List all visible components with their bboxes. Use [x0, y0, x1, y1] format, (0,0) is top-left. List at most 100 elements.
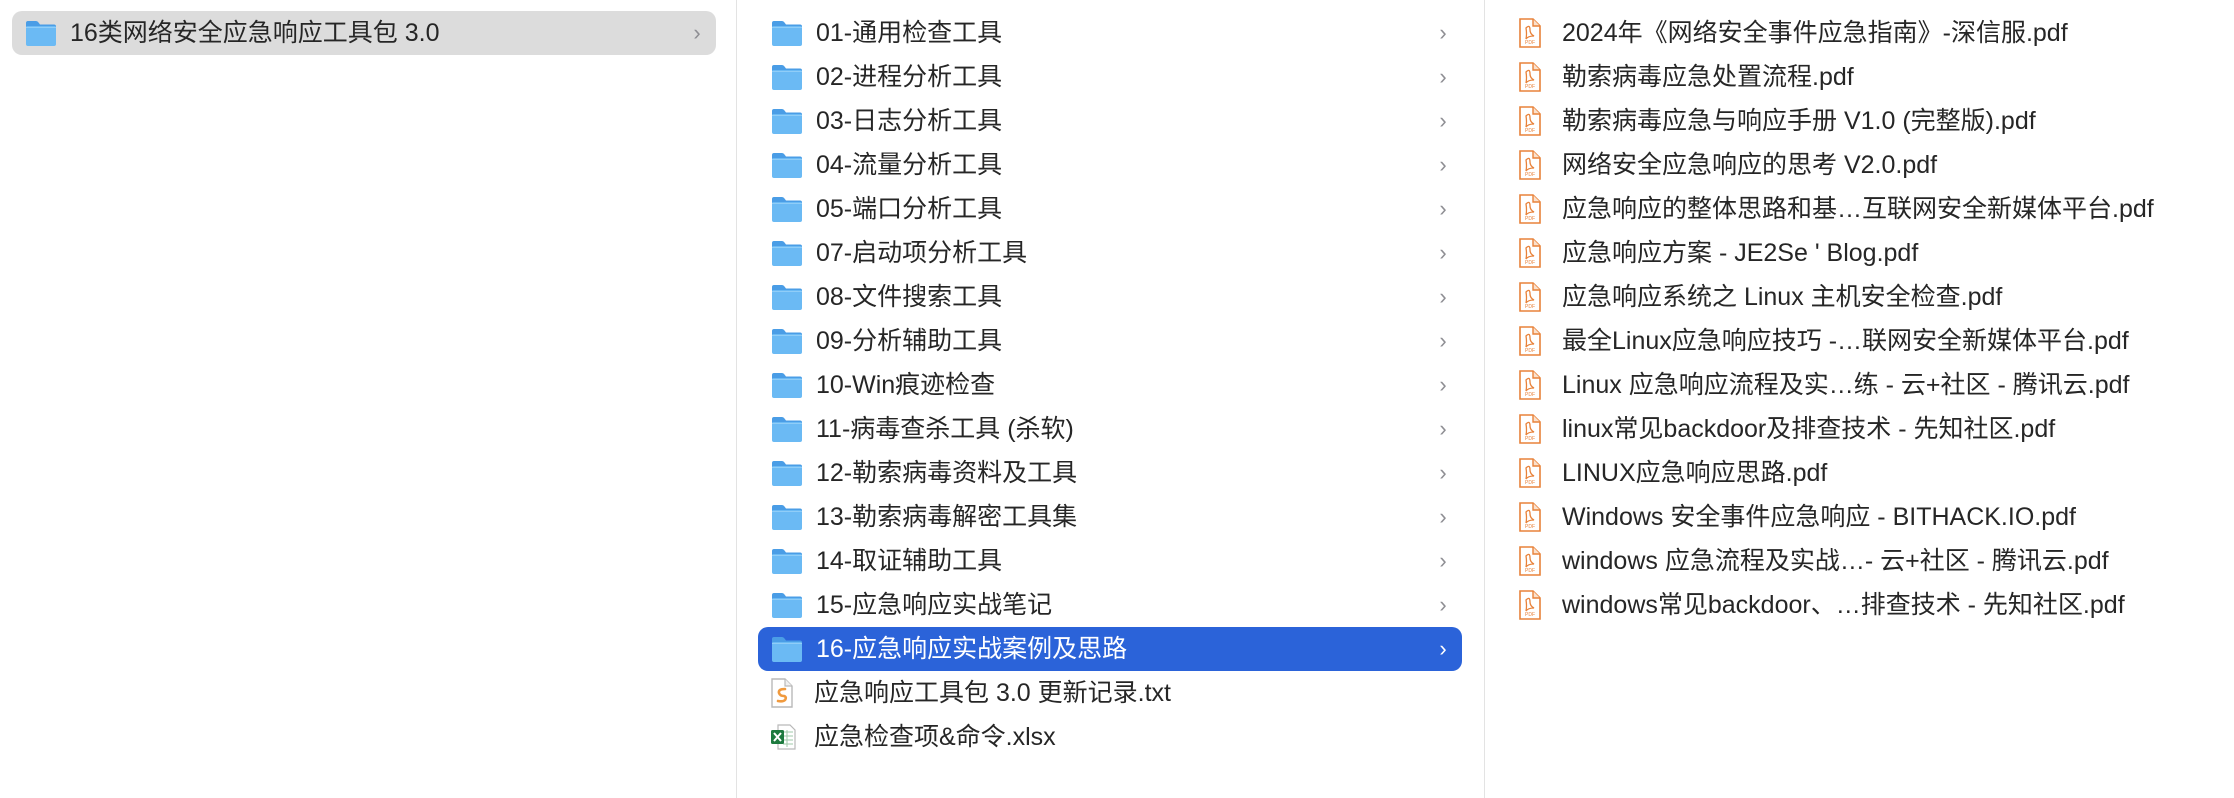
- folder-name: 08-文件搜索工具: [816, 283, 1003, 311]
- folder-row[interactable]: 02-进程分析工具 ›: [758, 55, 1462, 99]
- pdf-file-icon: PDF: [1518, 62, 1542, 92]
- pdf-file-icon: PDF: [1518, 238, 1542, 268]
- chevron-right-icon[interactable]: ›: [1432, 275, 1454, 319]
- folder-icon: [770, 106, 804, 136]
- pdf-file-icon: PDF: [1518, 326, 1542, 356]
- folder-icon: [770, 634, 804, 664]
- folder-name: 11-病毒查杀工具 (杀软): [816, 415, 1074, 443]
- pdf-file-icon: PDF: [1518, 546, 1542, 576]
- svg-text:PDF: PDF: [1525, 128, 1535, 134]
- file-row[interactable]: PDF linux常见backdoor及排查技术 - 先知社区.pdf: [1506, 407, 2222, 451]
- folder-name: 02-进程分析工具: [816, 63, 1003, 91]
- folder-row[interactable]: 12-勒索病毒资料及工具 ›: [758, 451, 1462, 495]
- folder-icon: [770, 62, 804, 92]
- file-name: 勒索病毒应急与响应手册 V1.0 (完整版).pdf: [1562, 107, 2036, 135]
- folder-name: 04-流量分析工具: [816, 151, 1003, 179]
- folder-icon: [770, 150, 804, 180]
- folder-row[interactable]: 09-分析辅助工具 ›: [758, 319, 1462, 363]
- svg-text:PDF: PDF: [1525, 348, 1535, 354]
- chevron-right-icon[interactable]: ›: [1432, 231, 1454, 275]
- svg-text:PDF: PDF: [1525, 436, 1535, 442]
- folder-icon: [770, 282, 804, 312]
- chevron-right-icon[interactable]: ›: [1432, 451, 1454, 495]
- folder-icon: [770, 18, 804, 48]
- file-row[interactable]: PDF Windows 安全事件应急响应 - BITHACK.IO.pdf: [1506, 495, 2222, 539]
- chevron-right-icon[interactable]: ›: [1432, 319, 1454, 363]
- file-name: windows常见backdoor、…排查技术 - 先知社区.pdf: [1562, 591, 2125, 619]
- file-name: Linux 应急响应流程及实…练 - 云+社区 - 腾讯云.pdf: [1562, 371, 2130, 399]
- file-name: 应急响应的整体思路和基…互联网安全新媒体平台.pdf: [1562, 195, 2154, 223]
- file-row[interactable]: PDF windows 应急流程及实战…- 云+社区 - 腾讯云.pdf: [1506, 539, 2222, 583]
- folder-row[interactable]: 04-流量分析工具 ›: [758, 143, 1462, 187]
- chevron-right-icon[interactable]: ›: [1432, 583, 1454, 627]
- column-parent[interactable]: 16类网络安全应急响应工具包 3.0 ›: [0, 0, 736, 798]
- file-name: windows 应急流程及实战…- 云+社区 - 腾讯云.pdf: [1562, 547, 2109, 575]
- folder-row[interactable]: 15-应急响应实战笔记 ›: [758, 583, 1462, 627]
- chevron-right-icon[interactable]: ›: [1432, 407, 1454, 451]
- chevron-right-icon[interactable]: ›: [1432, 363, 1454, 407]
- folder-row[interactable]: 16-应急响应实战案例及思路 ›: [758, 627, 1462, 671]
- folder-row[interactable]: 05-端口分析工具 ›: [758, 187, 1462, 231]
- folder-row[interactable]: 07-启动项分析工具 ›: [758, 231, 1462, 275]
- svg-text:PDF: PDF: [1525, 524, 1535, 530]
- finder-column-browser: 16类网络安全应急响应工具包 3.0 › 01-通用检查工具 › 02-进程分析工具…: [0, 0, 2234, 798]
- folder-name: 07-启动项分析工具: [816, 239, 1028, 267]
- folder-row[interactable]: 14-取证辅助工具 ›: [758, 539, 1462, 583]
- file-row[interactable]: 应急响应工具包 3.0 更新记录.txt: [758, 671, 1462, 715]
- file-row[interactable]: PDF 2024年《网络安全事件应急指南》-深信服.pdf: [1506, 11, 2222, 55]
- file-row[interactable]: PDF 应急响应方案 - JE2Se ' Blog.pdf: [1506, 231, 2222, 275]
- chevron-right-icon[interactable]: ›: [1432, 143, 1454, 187]
- chevron-right-icon[interactable]: ›: [1432, 11, 1454, 55]
- chevron-right-icon[interactable]: ›: [1432, 187, 1454, 231]
- chevron-right-icon[interactable]: ›: [1432, 99, 1454, 143]
- svg-text:PDF: PDF: [1525, 304, 1535, 310]
- svg-text:PDF: PDF: [1525, 568, 1535, 574]
- column-folder-contents[interactable]: 01-通用检查工具 › 02-进程分析工具 › 03-日志分析工具 › 04-流量分析…: [736, 0, 1484, 798]
- chevron-right-icon[interactable]: ›: [1432, 495, 1454, 539]
- folder-row[interactable]: 01-通用检查工具 ›: [758, 11, 1462, 55]
- folder-icon: [770, 502, 804, 532]
- pdf-file-icon: PDF: [1518, 414, 1542, 444]
- file-row[interactable]: PDF 最全Linux应急响应技巧 -…联网安全新媒体平台.pdf: [1506, 319, 2222, 363]
- file-row[interactable]: PDF 网络安全应急响应的思考 V2.0.pdf: [1506, 143, 2222, 187]
- folder-row[interactable]: 13-勒索病毒解密工具集 ›: [758, 495, 1462, 539]
- file-name: 2024年《网络安全事件应急指南》-深信服.pdf: [1562, 19, 2068, 47]
- file-name: 应急响应方案 - JE2Se ' Blog.pdf: [1562, 239, 1919, 267]
- file-row[interactable]: PDF 勒索病毒应急与响应手册 V1.0 (完整版).pdf: [1506, 99, 2222, 143]
- folder-row[interactable]: 10-Win痕迹检查 ›: [758, 363, 1462, 407]
- text-file-icon: [770, 678, 794, 708]
- chevron-right-icon[interactable]: ›: [686, 11, 708, 55]
- folder-name: 15-应急响应实战笔记: [816, 591, 1053, 619]
- folder-icon: [770, 326, 804, 356]
- column-case-files[interactable]: PDF 2024年《网络安全事件应急指南》-深信服.pdf PDF 勒索病毒应急…: [1484, 0, 2234, 798]
- folder-row[interactable]: 03-日志分析工具 ›: [758, 99, 1462, 143]
- file-row[interactable]: PDF LINUX应急响应思路.pdf: [1506, 451, 2222, 495]
- svg-text:PDF: PDF: [1525, 216, 1535, 222]
- chevron-right-icon[interactable]: ›: [1432, 539, 1454, 583]
- folder-name: 01-通用检查工具: [816, 19, 1003, 47]
- folder-icon: [770, 194, 804, 224]
- folder-name: 12-勒索病毒资料及工具: [816, 459, 1078, 487]
- pdf-file-icon: PDF: [1518, 282, 1542, 312]
- file-row[interactable]: PDF Linux 应急响应流程及实…练 - 云+社区 - 腾讯云.pdf: [1506, 363, 2222, 407]
- folder-row[interactable]: 11-病毒查杀工具 (杀软) ›: [758, 407, 1462, 451]
- file-name: LINUX应急响应思路.pdf: [1562, 459, 1828, 487]
- folder-row[interactable]: 16类网络安全应急响应工具包 3.0 ›: [12, 11, 716, 55]
- pdf-file-icon: PDF: [1518, 370, 1542, 400]
- file-row[interactable]: PDF 勒索病毒应急处置流程.pdf: [1506, 55, 2222, 99]
- chevron-right-icon[interactable]: ›: [1432, 55, 1454, 99]
- file-name: 勒索病毒应急处置流程.pdf: [1562, 63, 1854, 91]
- file-row[interactable]: PDF 应急响应系统之 Linux 主机安全检查.pdf: [1506, 275, 2222, 319]
- folder-icon: [24, 18, 58, 48]
- file-row[interactable]: PDF windows常见backdoor、…排查技术 - 先知社区.pdf: [1506, 583, 2222, 627]
- svg-text:PDF: PDF: [1525, 40, 1535, 46]
- file-row[interactable]: 应急检查项&命令.xlsx: [758, 715, 1462, 759]
- chevron-right-icon[interactable]: ›: [1432, 627, 1454, 671]
- pdf-file-icon: PDF: [1518, 18, 1542, 48]
- file-name: 应急响应系统之 Linux 主机安全检查.pdf: [1562, 283, 2003, 311]
- file-row[interactable]: PDF 应急响应的整体思路和基…互联网安全新媒体平台.pdf: [1506, 187, 2222, 231]
- svg-text:PDF: PDF: [1525, 172, 1535, 178]
- pdf-file-icon: PDF: [1518, 502, 1542, 532]
- svg-text:PDF: PDF: [1525, 392, 1535, 398]
- folder-row[interactable]: 08-文件搜索工具 ›: [758, 275, 1462, 319]
